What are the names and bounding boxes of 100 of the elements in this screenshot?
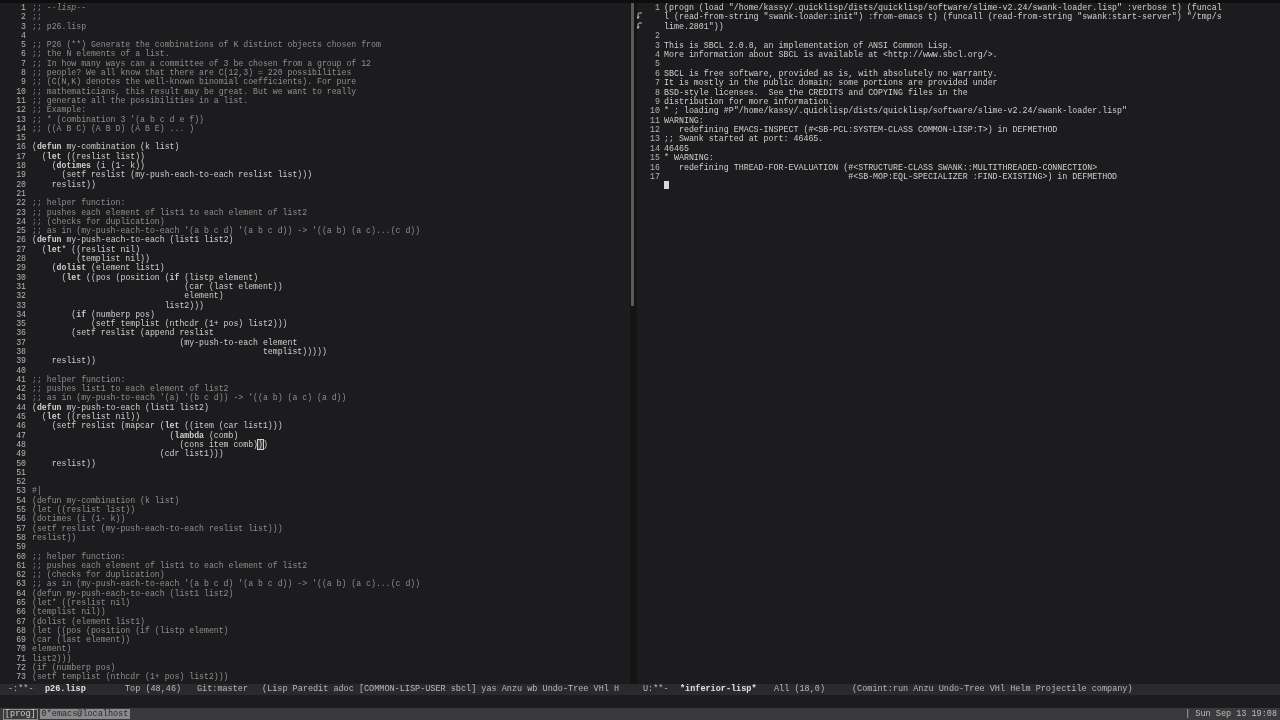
code-line: ;; pushes each element of list1 to each element of list2 [31,560,308,571]
code-line: ;; the N elements of a list. [31,49,170,59]
buffer-name: *inferior-lisp* [680,684,758,695]
output-line: This is SBCL 2.0.8, an implementation of ANSI Common Lisp. [663,40,953,50]
code-line: (dolist (element list1) [50,263,165,273]
line-number: 51 [15,467,26,478]
scrollbar-thumb[interactable] [631,3,634,306]
line-number: 15 [649,153,660,163]
line-number: 50 [15,458,26,468]
code-line: ;; (C(N,K) denotes the well-known binomial coefficients). For pure [31,77,357,87]
buffer-name: p26.lisp [45,684,87,695]
code-line: list2))) [163,300,204,310]
line-number: 49 [15,449,26,459]
output-line: lime.2801")) [663,21,724,32]
code-line: #| [31,486,42,496]
line-number: 56 [15,514,26,524]
line-number: 25 [15,226,26,236]
line-number: 47 [15,430,26,440]
line-number: 33 [15,300,26,310]
line-number: 70 [15,644,26,654]
code-line: ;; helper function: [31,198,126,208]
line-number: 9 [20,77,26,87]
line-number: 27 [15,244,26,254]
output-line: * ; loading #P"/home/kassy/.quicklisp/dists/quicklisp/software/slime-v2.24/swank-loader.lisp" [663,106,1128,116]
output-line: redefining THREAD-FOR-EVALUATION (#<STRUCTURE-CLASS SWANK::MULTITHREADED-CONNECTION> [677,162,1098,172]
code-line: (let ((reslist nil)) [40,412,141,422]
code-line: list2))) [31,653,72,664]
line-number: 40 [15,365,26,375]
line-number: 17 [649,172,660,182]
code-line: (dotimes (i (1- k)) [31,514,126,524]
line-number: 71 [15,653,26,664]
buffer-status: -:**- [8,684,35,695]
line-number: 7 [654,78,660,88]
output-line: * WARNING: [663,153,714,163]
code-line: reslist)) [50,458,96,468]
line-number: 30 [15,272,26,282]
code-line: ;; p26.lisp [31,21,87,31]
window-tab[interactable]: 0*emacs@localhost [39,709,131,719]
line-number: 12 [15,105,26,115]
line-number: 17 [15,151,26,162]
code-line: ;; pushes each element of list1 to each element of list2 [31,207,308,217]
line-number: 39 [15,356,26,366]
output-line: #<SB-MOP:EQL-SPECIALIZER :FIND-EXISTING>) in DEFMETHOD [847,172,1118,182]
line-number: 41 [15,374,26,385]
line-number: 1 [654,3,660,13]
code-line: (cdr list1))) [158,449,224,459]
line-number: 24 [15,216,26,227]
line-number: 60 [15,551,26,561]
output-line: WARNING: [663,115,704,125]
line-number: 15 [15,133,26,143]
line-number: 43 [15,393,26,403]
cursor-position: All (18,0) [774,684,826,695]
line-number: 11 [15,95,26,106]
line-number: 8 [20,68,26,78]
code-line: (let* ((reslist nil) [31,598,131,608]
line-number: 6 [20,49,26,59]
code-line: (defun my-push-to-each (list1 list2) [31,402,209,413]
line-number: 54 [15,495,26,506]
cursor-position: Top (48,46) [125,684,183,695]
code-line: (defun my-push-each-to-each (list1 list2) [31,235,234,245]
code-line: ;; Example: [31,105,87,115]
code-line: (templist nil)) [31,607,106,617]
line-number: 34 [15,309,26,320]
line-number: 20 [15,179,26,189]
code-line: ;; (checks for duplication) [31,216,165,227]
line-number: 4 [20,30,26,41]
line-number: 63 [15,579,26,589]
line-number: 3 [654,40,660,50]
line-number: 5 [20,40,26,50]
code-line: (dotimes (i (1- k)) [50,161,146,171]
code-line: (let* ((reslist nil) [40,244,141,254]
code-line: (if (numberp pos) [70,309,155,320]
line-number: 64 [15,588,26,598]
code-line: (cons item comb))) [179,439,268,450]
line-number: 23 [15,207,26,217]
code-line: element) [31,644,72,654]
code-line: element) [183,291,224,301]
code-line: (setf reslist (my-push-each-to-each reslist list))) [31,523,283,533]
code-line: ;; as in (my-push-to-each '(a) '(b c d)) -> '((a b) (a c) (a d)) [31,393,347,403]
code-line: (car (last element)) [183,281,283,292]
code-line: (setf templist (nthcdr (1+ pos) list2))) [31,672,229,682]
code-line: (let ((reslist list)) [31,505,136,515]
code-line: (let ((reslist list)) [40,151,146,162]
code-line: ;; helper function: [31,374,126,385]
code-line: ;; [31,12,42,22]
line-number: 55 [15,505,26,515]
output-line: ;; Swank started at port: 46465. [663,134,824,144]
code-line: ;; generate all the possibilities in a list. [31,95,249,106]
code-line: (templist nil)) [76,254,150,264]
output-line: 46465 [663,143,689,153]
code-line: ;; helper function: [31,551,126,561]
line-number: 46 [15,421,26,431]
output-line: More information about SBCL is available at <http://www.sbcl.org/>. [663,49,998,60]
line-number: 18 [15,161,26,171]
code-line: (if (numberp pos) [31,663,116,673]
workspace-button[interactable]: [prog] [3,708,38,720]
line-number: 14 [15,123,26,134]
output-line: l (read-from-string "swank-loader:init") :from-emacs t) (funcall (read-from-string "swank:start-server") "/tmp/s [663,12,1222,22]
code-line: (let ((pos (position (if (listp element) [31,625,229,636]
code-line: (dolist (element list1) [31,616,145,626]
